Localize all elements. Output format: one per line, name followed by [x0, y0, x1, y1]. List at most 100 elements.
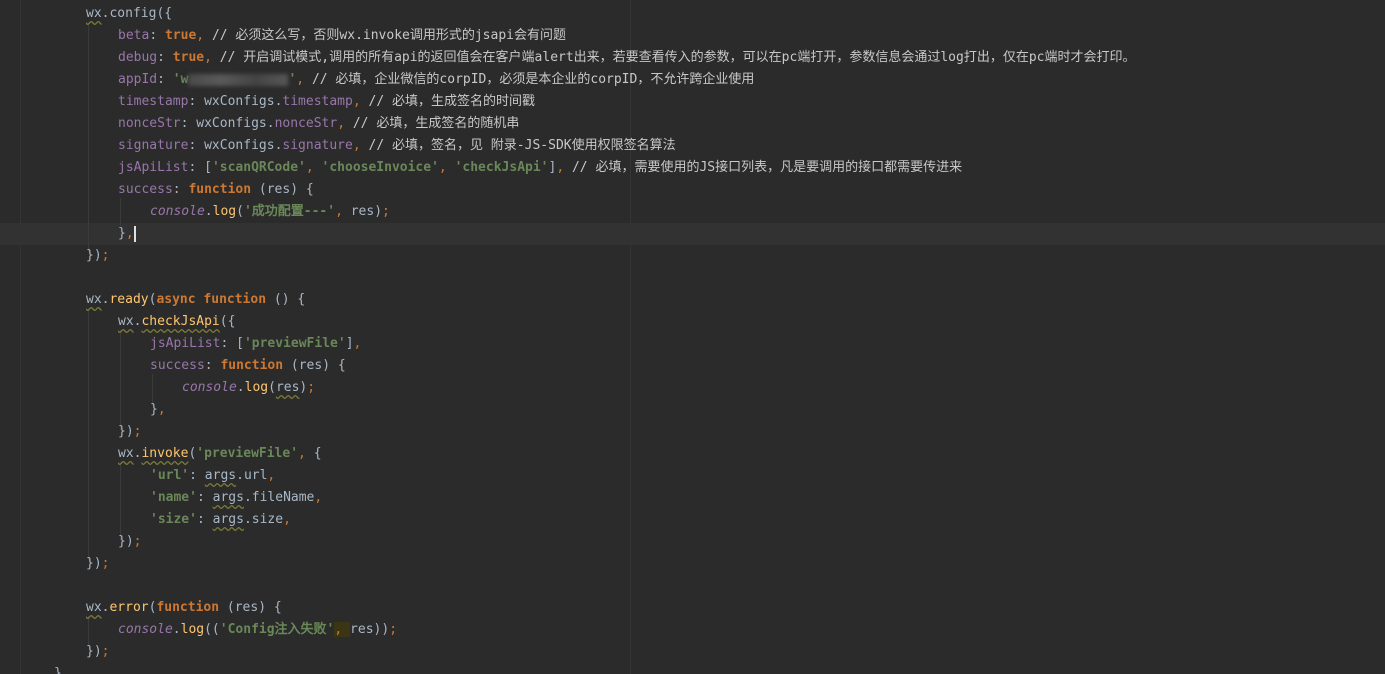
code-line[interactable]: }); — [86, 553, 109, 575]
function-error: error — [109, 600, 149, 615]
comma-highlight: , — [334, 622, 351, 637]
string-literal: 'size' — [150, 512, 197, 527]
property-key: timestamp — [118, 94, 189, 109]
keyword: function — [156, 600, 220, 615]
code-comment: // 必填，生成签名的随机串 — [352, 116, 520, 131]
field: size — [251, 512, 284, 527]
property-key: signature — [118, 138, 189, 153]
function-log: log — [244, 380, 269, 395]
code-line[interactable]: timestamp: wxConfigs.timestamp, // 必填，生成… — [118, 91, 535, 113]
identifier-wx: wx — [118, 446, 134, 461]
right-margin-guide — [630, 0, 631, 674]
field: timestamp — [282, 94, 353, 109]
identifier-console: console — [118, 622, 173, 637]
identifier-console: console — [182, 380, 237, 395]
identifier-args: args — [204, 468, 237, 483]
field: signature — [282, 138, 353, 153]
property-key: appId — [118, 72, 158, 87]
string-literal: 'previewFile' — [243, 336, 346, 351]
code-line[interactable]: appId: 'w ', // 必填，企业微信的corpID，必须是本企业的cor… — [118, 69, 754, 91]
parameter: res — [298, 358, 323, 373]
function-invoke: invoke — [141, 446, 189, 461]
string-literal: 'w — [172, 72, 189, 87]
function-config: config — [109, 6, 157, 21]
property-key: success — [118, 182, 173, 197]
string-literal: 'chooseInvoice' — [321, 160, 439, 175]
indent-guide — [88, 22, 89, 252]
keyword: function — [203, 292, 267, 307]
function-ready: ready — [109, 292, 149, 307]
string-literal: 'scanQRCode' — [211, 160, 306, 175]
code-line[interactable]: beta: true, // 必须这么写，否则wx.invoke调用形式的jsa… — [118, 25, 566, 47]
string-literal: 'Config注入失败' — [219, 622, 335, 637]
indent-guide — [120, 330, 121, 430]
identifier-console: console — [150, 204, 205, 219]
code-line[interactable]: console.log(('Config注入失败', res)); — [118, 619, 397, 641]
keyword: async — [156, 292, 196, 307]
code-line[interactable]: wx.ready(async function () { — [86, 289, 305, 311]
identifier-args: args — [212, 512, 244, 527]
indent-guide — [120, 462, 121, 540]
string-literal: 'previewFile' — [196, 446, 299, 461]
code-line[interactable]: debug: true, // 开启调试模式,调用的所有api的返回值会在客户端… — [118, 47, 1135, 69]
function-log: log — [180, 622, 205, 637]
code-line[interactable]: jsApiList: ['previewFile'], — [150, 333, 361, 355]
editor-gutter[interactable] — [0, 0, 21, 674]
identifier-wx: wx — [86, 6, 102, 21]
code-comment: // 必填，企业微信的corpID，必须是本企业的corpID，不允许跨企业使用 — [311, 72, 755, 87]
code-comment: // 必填，签名，见 附录-JS-SDK使用权限签名算法 — [368, 138, 676, 153]
string-literal: 'checkJsApi' — [454, 160, 549, 175]
code-line[interactable]: console.log('成功配置---', res); — [150, 201, 390, 223]
identifier: wxConfigs — [204, 94, 275, 109]
code-line[interactable]: }); — [86, 245, 109, 267]
code-line[interactable]: success: function (res) { — [118, 179, 314, 201]
code-line[interactable]: wx.checkJsApi({ — [118, 311, 235, 333]
parameter: res — [350, 204, 375, 219]
property-key: nonceStr — [118, 116, 181, 131]
property-value: true — [164, 28, 197, 43]
current-line-highlight — [0, 223, 1385, 245]
code-line[interactable]: signature: wxConfigs.signature, // 必填，签名… — [118, 135, 676, 157]
code-line[interactable]: 'name': args.fileName, — [150, 487, 322, 509]
identifier: wxConfigs — [196, 116, 267, 131]
code-line[interactable]: }); — [118, 531, 141, 553]
property-key: jsApiList — [118, 160, 189, 175]
code-comment: // 必须这么写，否则wx.invoke调用形式的jsapi会有问题 — [211, 28, 566, 43]
string-literal: 'name' — [150, 490, 197, 505]
code-line[interactable]: }); — [86, 641, 109, 663]
code-line[interactable]: nonceStr: wxConfigs.nonceStr, // 必填，生成签名… — [118, 113, 519, 135]
identifier-wx: wx — [118, 314, 134, 329]
code-line[interactable]: wx.error(function (res) { — [86, 597, 282, 619]
code-editor[interactable]: wx.config({ beta: true, // 必须这么写，否则wx.in… — [0, 0, 1385, 674]
property-key: success — [150, 358, 205, 373]
parameter: res — [266, 182, 291, 197]
code-line[interactable]: wx.invoke('previewFile', { — [118, 443, 322, 465]
identifier: wxConfigs — [204, 138, 275, 153]
code-line[interactable]: wx.config({ — [86, 3, 172, 25]
indent-guide — [88, 308, 89, 560]
code-line[interactable]: console.log(res); — [182, 377, 315, 399]
identifier-wx: wx — [86, 292, 102, 307]
keyword: function — [188, 182, 252, 197]
code-line[interactable]: jsApiList: ['scanQRCode', 'chooseInvoice… — [118, 157, 962, 179]
property-value: true — [172, 50, 205, 65]
code-line[interactable]: 'url': args.url, — [150, 465, 275, 487]
code-comment: // 必填，需要使用的JS接口列表，凡是要调用的接口都需要传进来 — [571, 160, 963, 175]
string-literal: '成功配置---' — [243, 204, 336, 219]
field: fileName — [251, 490, 315, 505]
text-caret — [133, 225, 136, 242]
code-line[interactable]: 'size': args.size, — [150, 509, 291, 531]
parameter: res — [350, 622, 374, 637]
identifier-args: args — [212, 490, 244, 505]
code-comment: // 必填，生成签名的时间戳 — [368, 94, 535, 109]
code-line[interactable]: }, — [150, 399, 166, 421]
code-line[interactable]: } — [54, 663, 62, 674]
code-line[interactable]: }, — [118, 223, 136, 245]
property-key: debug — [118, 50, 158, 65]
property-key: jsApiList — [150, 336, 221, 351]
code-line[interactable]: }); — [118, 421, 141, 443]
code-line[interactable]: success: function (res) { — [150, 355, 346, 377]
code-comment: // 开启调试模式,调用的所有api的返回值会在客户端alert出来，若要查看传… — [219, 50, 1136, 65]
function-checkjsapi: checkJsApi — [141, 314, 220, 329]
indent-guide — [120, 198, 121, 226]
